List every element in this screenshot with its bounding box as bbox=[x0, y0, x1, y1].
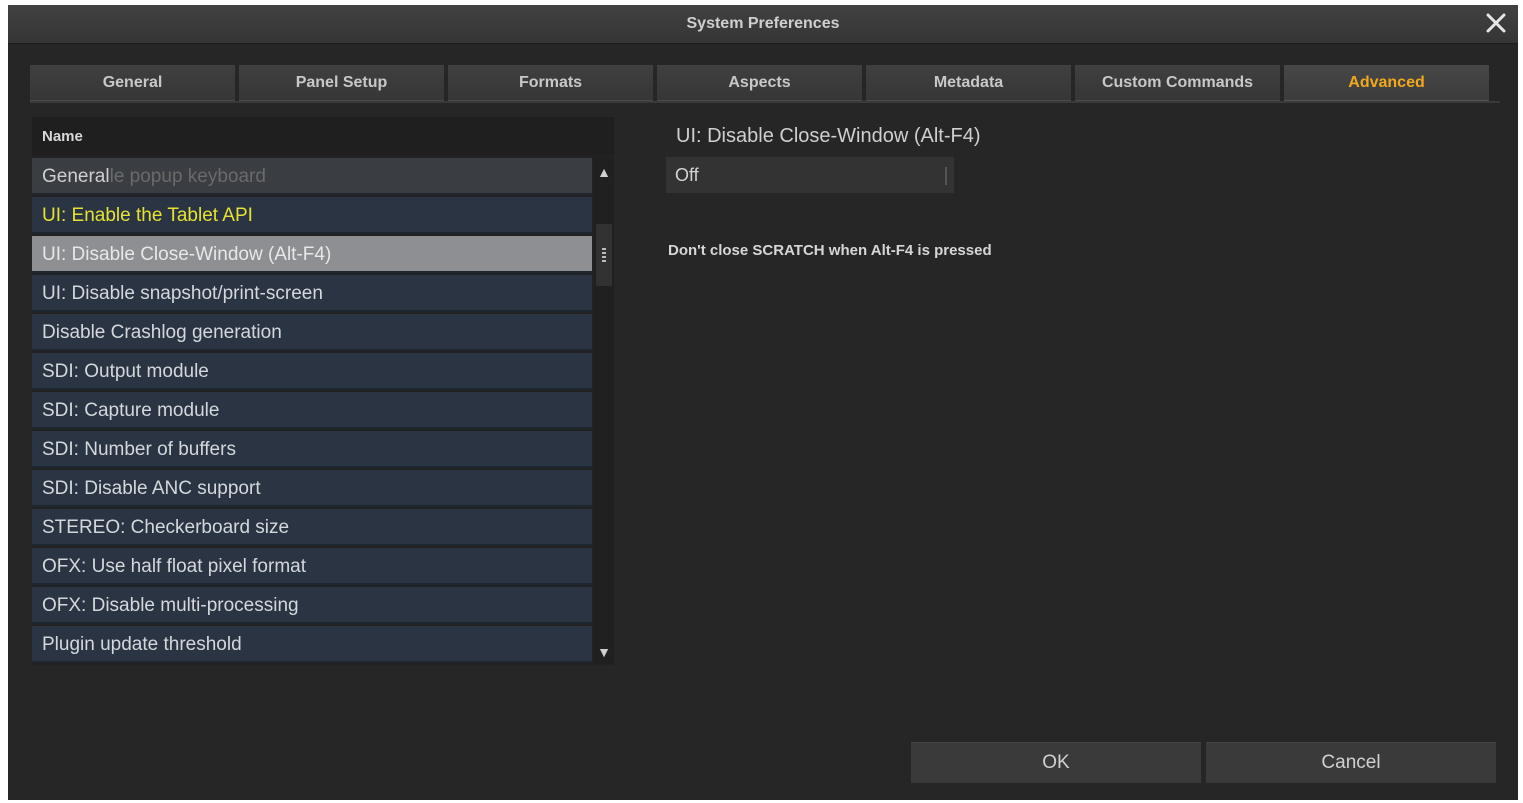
cancel-button[interactable]: Cancel bbox=[1206, 742, 1496, 783]
tab-general[interactable]: General bbox=[30, 65, 235, 102]
list-item-selected[interactable]: UI: Disable Close-Window (Alt-F4) bbox=[32, 236, 592, 273]
tab-metadata[interactable]: Metadata bbox=[866, 65, 1071, 102]
list-item[interactable]: Plugin update threshold bbox=[32, 626, 592, 663]
tab-panel-setup[interactable]: Panel Setup bbox=[239, 65, 444, 102]
group-label: General bbox=[42, 166, 110, 187]
arrow-down-icon[interactable]: ▼ bbox=[594, 640, 614, 664]
list-item[interactable]: SDI: Output module bbox=[32, 353, 592, 390]
list-scrollbar[interactable]: ▲ ▼ bbox=[594, 158, 614, 664]
settings-list: Name Generalle popup keyboard UI: Enable… bbox=[32, 117, 614, 665]
tab-bar: General Panel Setup Formats Aspects Meta… bbox=[30, 65, 1500, 102]
list-group-row[interactable]: Generalle popup keyboard bbox=[32, 158, 592, 195]
list-item[interactable]: UI: Disable snapshot/print-screen bbox=[32, 275, 592, 312]
title-bar: System Preferences bbox=[8, 5, 1518, 44]
list-item[interactable]: OFX: Use half float pixel format bbox=[32, 548, 592, 585]
setting-title: UI: Disable Close-Window (Alt-F4) bbox=[676, 125, 981, 147]
list-item[interactable]: STEREO: Checkerboard size bbox=[32, 509, 592, 546]
arrow-up-icon[interactable]: ▲ bbox=[594, 160, 614, 184]
setting-description: Don't close SCRATCH when Alt-F4 is press… bbox=[668, 242, 992, 259]
tab-divider bbox=[30, 101, 1500, 103]
list-item[interactable]: UI: Enable the Tablet API bbox=[32, 197, 592, 234]
list-item[interactable]: SDI: Number of buffers bbox=[32, 431, 592, 468]
ok-button[interactable]: OK bbox=[911, 742, 1201, 783]
list-item[interactable]: OFX: Disable multi-processing bbox=[32, 587, 592, 624]
close-icon[interactable] bbox=[1482, 9, 1510, 37]
list-item[interactable]: SDI: Disable ANC support bbox=[32, 470, 592, 507]
system-preferences-window: System Preferences General Panel Setup F… bbox=[8, 5, 1518, 800]
tab-aspects[interactable]: Aspects bbox=[657, 65, 862, 102]
tab-advanced[interactable]: Advanced bbox=[1284, 65, 1489, 102]
tab-formats[interactable]: Formats bbox=[448, 65, 653, 102]
window-title: System Preferences bbox=[686, 15, 840, 32]
scrollbar-thumb[interactable] bbox=[596, 224, 612, 286]
list-item[interactable]: Disable Crashlog generation bbox=[32, 314, 592, 351]
setting-value-dropdown[interactable]: Off bbox=[666, 157, 954, 193]
column-header-name[interactable]: Name bbox=[32, 117, 614, 155]
list-item[interactable]: SDI: Capture module bbox=[32, 392, 592, 429]
tab-custom-commands[interactable]: Custom Commands bbox=[1075, 65, 1280, 102]
group-ghost-text: le popup keyboard bbox=[109, 166, 266, 187]
